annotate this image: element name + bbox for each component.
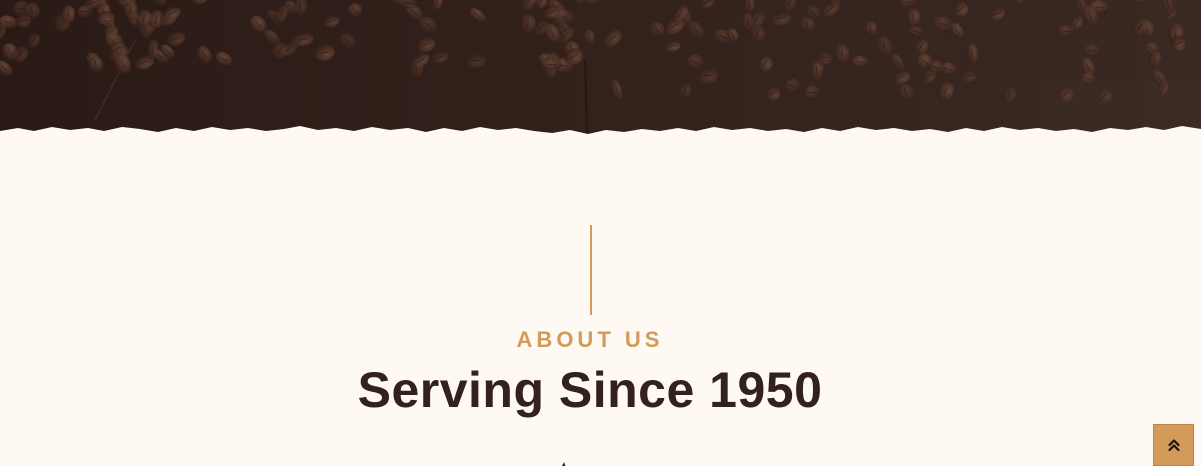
page: ABOUT US Serving Since 1950 bbox=[0, 0, 1201, 466]
back-to-top-button[interactable] bbox=[1153, 424, 1194, 466]
section-divider-line bbox=[590, 225, 592, 315]
section-eyebrow: ABOUT US bbox=[516, 327, 664, 352]
coffee-beans-background bbox=[0, 0, 1201, 140]
section-heading: Serving Since 1950 bbox=[357, 362, 823, 418]
hero-coffee-beans-image bbox=[0, 0, 1201, 140]
double-chevron-up-icon bbox=[1167, 439, 1180, 452]
decorative-ornament bbox=[562, 462, 566, 466]
